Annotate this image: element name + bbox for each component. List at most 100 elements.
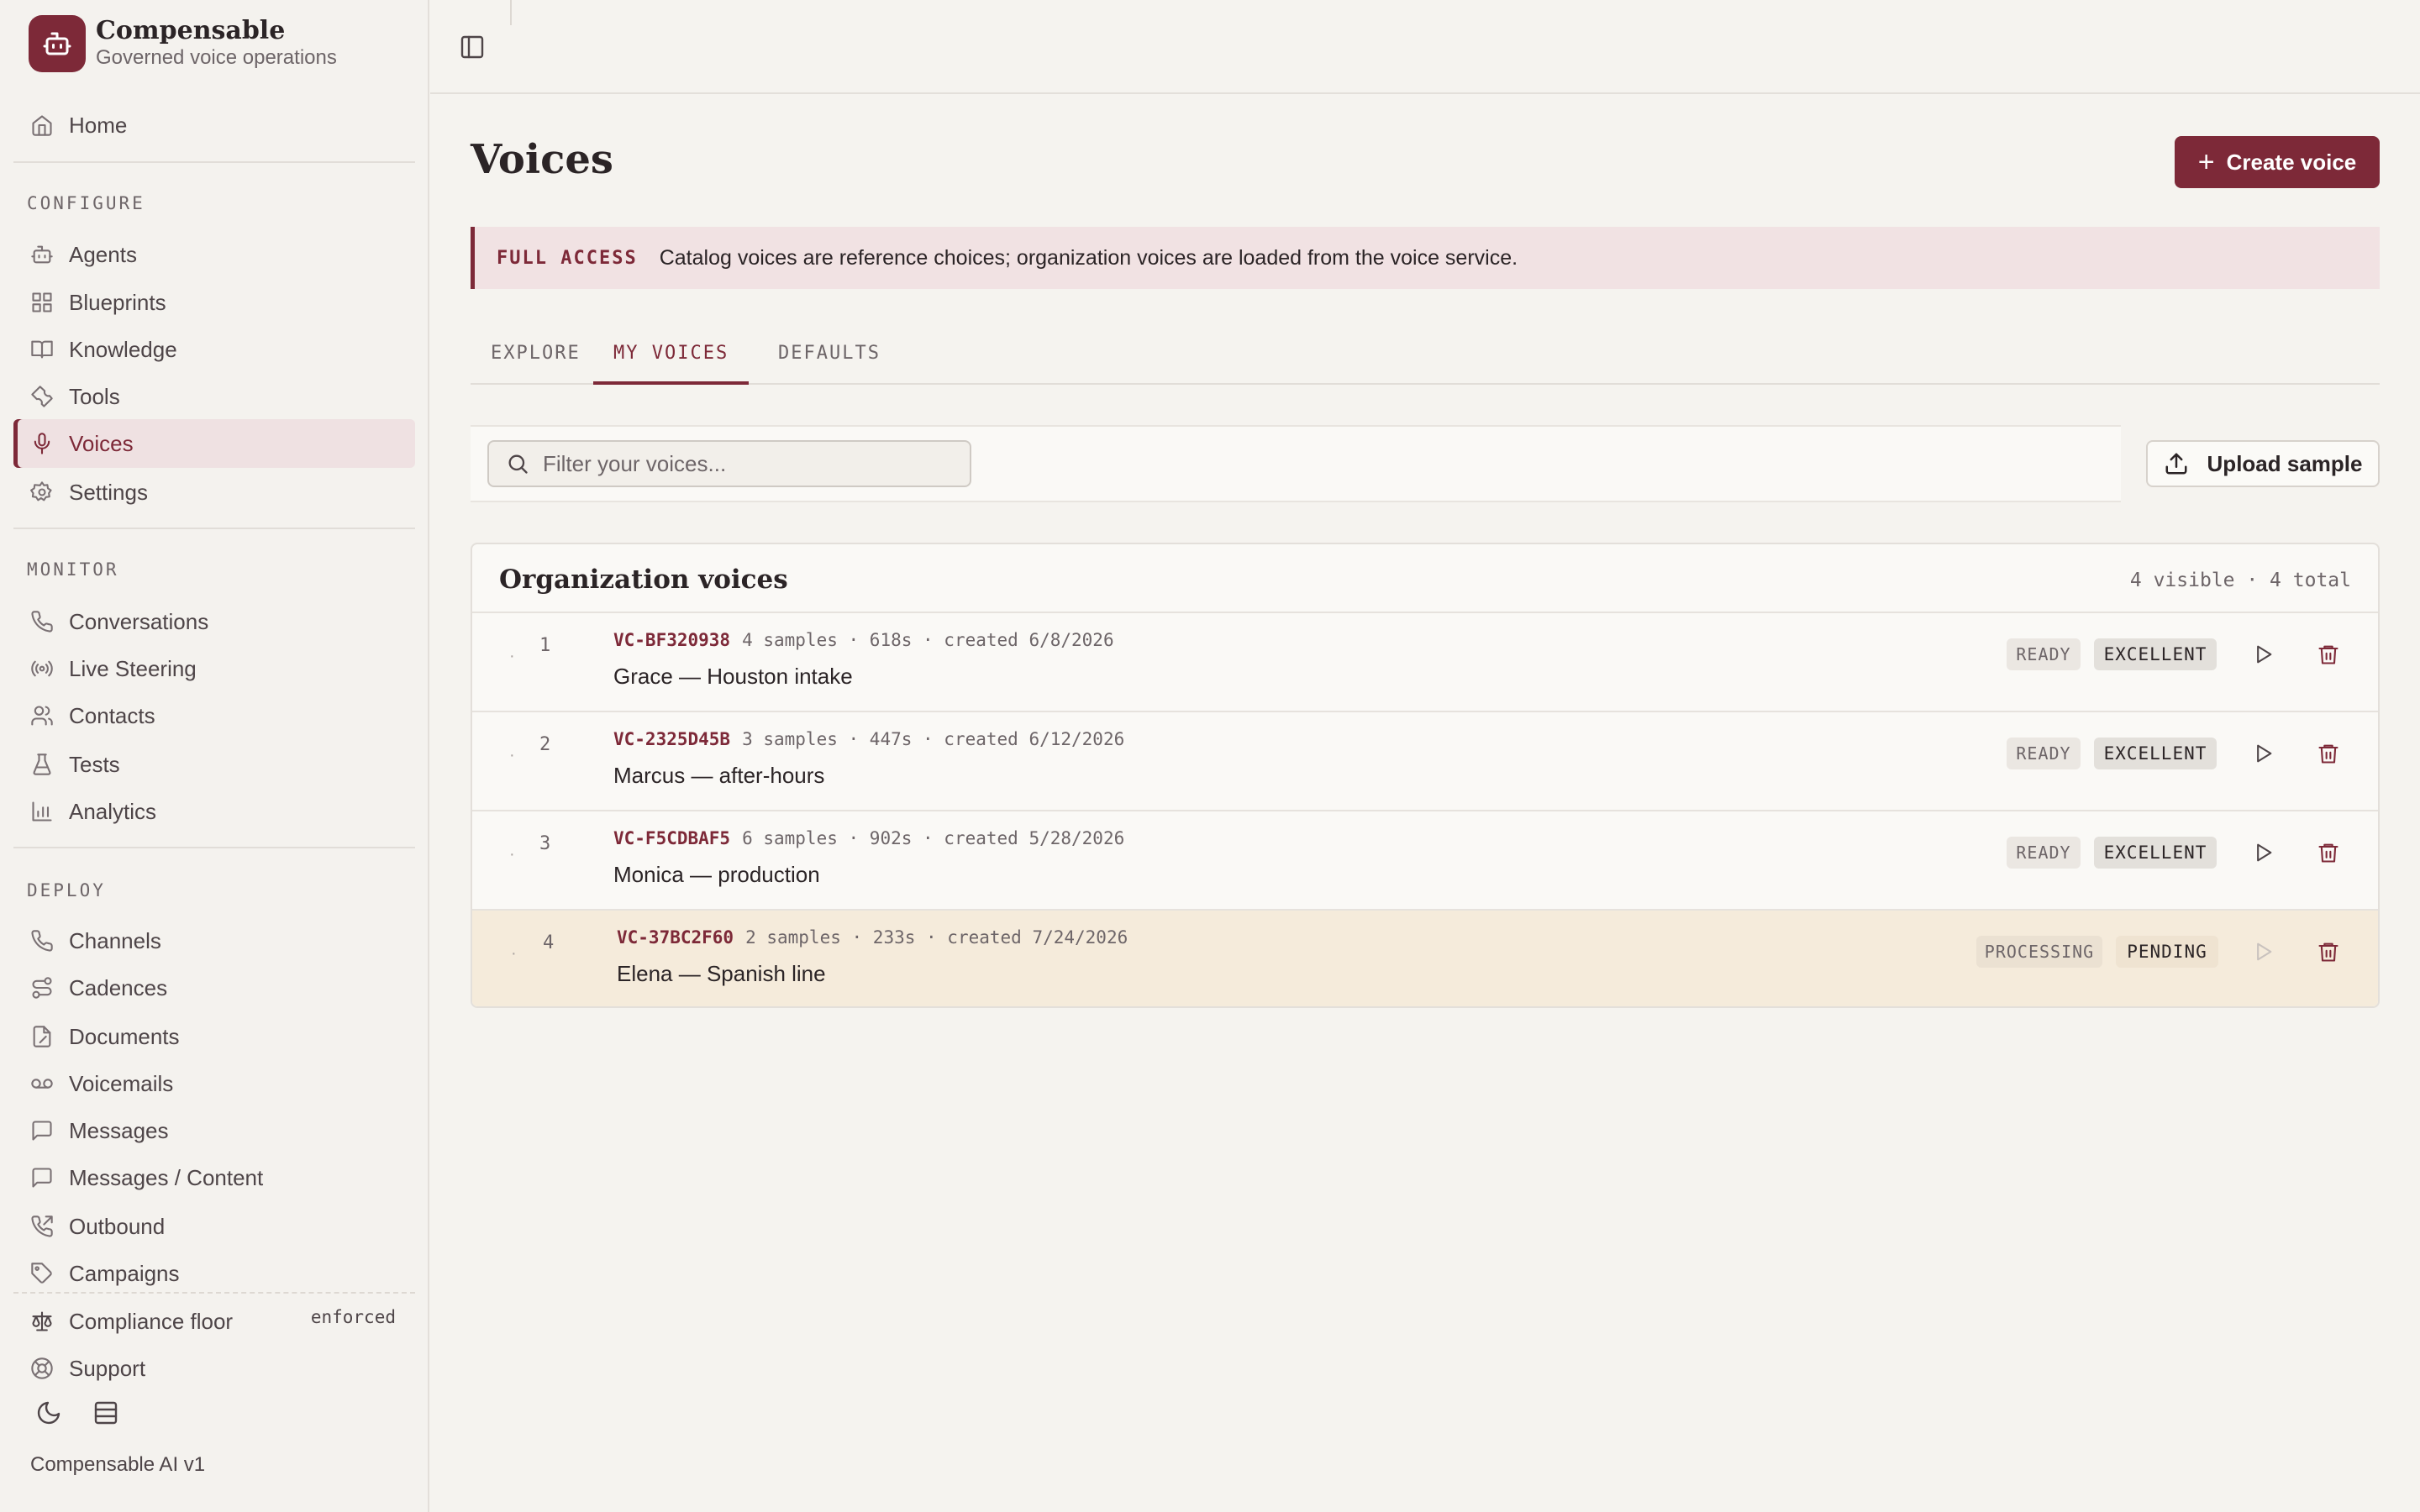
nav-support[interactable]: Support (13, 1344, 415, 1393)
nav-conversations[interactable]: Conversations (13, 597, 415, 646)
access-tag: FULL ACCESS (497, 247, 638, 269)
table-row[interactable]: · 1 VC-BF320938 4 samples · 618s · create… (472, 613, 2378, 712)
nav-label: Live Steering (69, 655, 197, 681)
bar-chart-icon (32, 801, 52, 822)
nav-messages-content[interactable]: Messages / Content (13, 1153, 415, 1202)
gear-icon (30, 481, 52, 501)
trash-icon (2318, 942, 2338, 962)
nav-label: Cadences (69, 974, 168, 1000)
table-layout-icon[interactable] (92, 1399, 119, 1426)
table-row[interactable]: · 4 VC-37BC2F60 2 samples · 233s · create… (472, 911, 2378, 1006)
topbar (430, 0, 2420, 94)
divider (13, 161, 415, 163)
nav-voicemails[interactable]: Voicemails (13, 1059, 415, 1108)
nav-agents[interactable]: Agents (13, 230, 415, 279)
upload-sample-label: Upload sample (2207, 450, 2363, 476)
nav-label: Channels (69, 927, 161, 953)
play-button[interactable] (2247, 837, 2279, 869)
nav-tools[interactable]: Tools (13, 372, 415, 421)
voicemail-icon (31, 1079, 53, 1089)
drag-handle-icon[interactable]: · (509, 845, 515, 864)
nav-label: Contacts (69, 702, 155, 728)
search-icon (508, 454, 528, 474)
nav-label: Voices (69, 430, 134, 456)
divider (13, 528, 415, 529)
nav-tests[interactable]: Tests (13, 740, 415, 789)
voice-count: 4 visible · 4 total (2129, 570, 2351, 591)
tag-icon (31, 1263, 52, 1284)
scale-icon (32, 1311, 52, 1331)
microphone-icon (34, 433, 50, 454)
upload-sample-button[interactable]: Upload sample (2146, 440, 2380, 487)
footer-icons (35, 1399, 119, 1426)
nav-label: Messages (69, 1117, 169, 1143)
compliance-status: enforced (310, 1307, 396, 1327)
row-index: 1 (539, 635, 551, 656)
nav-label: Campaigns (69, 1260, 180, 1286)
nav-voices[interactable]: Voices (13, 419, 415, 468)
phone-outgoing-icon (31, 1215, 53, 1237)
book-open-icon (31, 340, 53, 359)
organization-voices-panel: Organization voices 4 visible · 4 total … (471, 543, 2380, 1008)
delete-button[interactable] (2312, 837, 2344, 869)
nav-documents[interactable]: Documents (13, 1012, 415, 1061)
drag-handle-icon[interactable]: · (509, 746, 515, 765)
nav-live-steering[interactable]: Live Steering (13, 644, 415, 693)
play-icon (2257, 744, 2272, 763)
play-button[interactable] (2247, 738, 2279, 769)
nav-home[interactable]: Home (13, 101, 415, 150)
quality-badge: EXCELLENT (2094, 837, 2217, 869)
nav-knowledge[interactable]: Knowledge (13, 325, 415, 374)
voice-details: 2 samples · 233s · created 7/24/2026 (745, 927, 1128, 948)
panel-title: Organization voices (499, 564, 788, 595)
delete-button[interactable] (2312, 936, 2344, 968)
nav-contacts[interactable]: Contacts (13, 691, 415, 740)
voice-details: 6 samples · 902s · created 5/28/2026 (742, 828, 1125, 848)
delete-button[interactable] (2312, 738, 2344, 769)
nav-messages[interactable]: Messages (13, 1106, 415, 1155)
nav-label: Home (69, 112, 128, 138)
nav-label: Agents (69, 241, 137, 267)
nav-analytics[interactable]: Analytics (13, 787, 415, 836)
page-title: Voices (471, 136, 613, 183)
nav-cadences[interactable]: Cadences (13, 963, 415, 1012)
sidebar-toggle-icon[interactable] (459, 34, 486, 60)
drag-handle-icon[interactable]: · (511, 944, 517, 963)
sidebar: Compensable Governed voice operations Ho… (0, 0, 429, 1512)
nav-label: Knowledge (69, 336, 177, 362)
table-row[interactable]: · 2 VC-2325D45B 3 samples · 447s · create… (472, 712, 2378, 811)
nav-label: Voicemails (69, 1070, 174, 1096)
voice-meta: VC-2325D45B 3 samples · 447s · created 6/… (613, 729, 1124, 749)
nav-campaigns[interactable]: Campaigns (13, 1249, 415, 1289)
search-input[interactable] (543, 450, 946, 477)
brand[interactable]: Compensable Governed voice operations (29, 15, 337, 72)
create-voice-button[interactable]: + Create voice (2175, 136, 2380, 188)
nav-label: Tests (69, 751, 120, 777)
nav-label: Documents (69, 1023, 180, 1049)
play-button[interactable] (2247, 638, 2279, 670)
status-badge: READY (2007, 738, 2081, 769)
tab-defaults[interactable]: DEFAULTS (758, 329, 901, 385)
nav-channels[interactable]: Channels (13, 916, 415, 965)
message-square-icon (32, 1121, 52, 1141)
nav-blueprints[interactable]: Blueprints (13, 278, 415, 327)
table-row[interactable]: · 3 VC-F5CDBAF5 6 samples · 902s · create… (472, 811, 2378, 911)
nav-outbound[interactable]: Outbound (13, 1202, 415, 1251)
document-edit-icon (33, 1026, 51, 1047)
tab-my-voices[interactable]: MY VOICES (593, 329, 750, 385)
wrench-icon (31, 386, 53, 407)
search-box[interactable] (487, 440, 971, 487)
access-banner: FULL ACCESS Catalog voices are reference… (471, 227, 2380, 289)
play-icon (2257, 942, 2272, 961)
trash-icon (2318, 744, 2338, 764)
life-buoy-icon (31, 1357, 53, 1379)
voice-details: 4 samples · 618s · created 6/8/2026 (742, 630, 1114, 650)
moon-icon[interactable] (35, 1399, 62, 1426)
tab-explore[interactable]: EXPLORE (471, 329, 601, 385)
nav-label: Settings (69, 479, 148, 505)
voice-id: VC-37BC2F60 (617, 927, 734, 948)
delete-button[interactable] (2312, 638, 2344, 670)
nav-settings[interactable]: Settings (13, 468, 415, 517)
home-icon (32, 115, 52, 136)
drag-handle-icon[interactable]: · (509, 647, 515, 666)
